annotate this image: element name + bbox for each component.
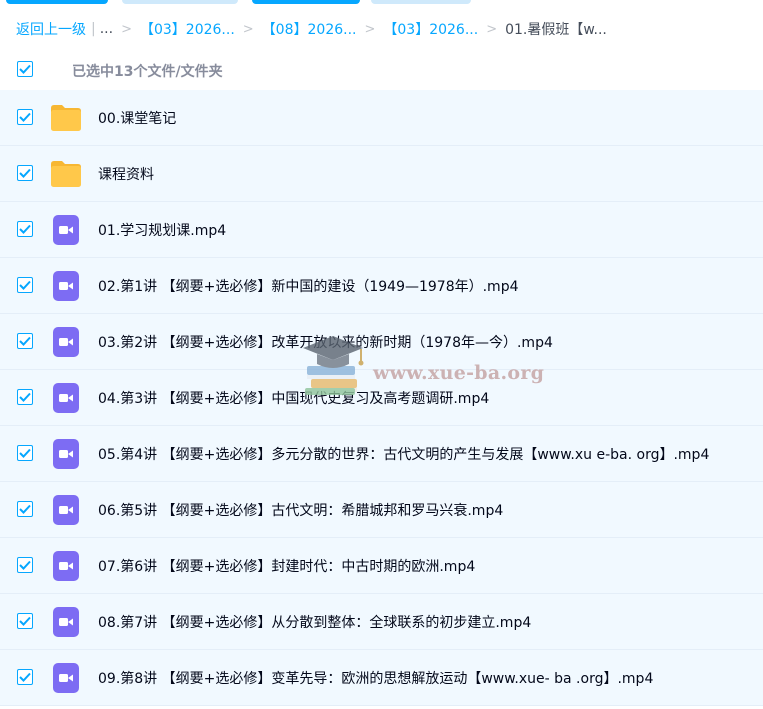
file-name[interactable]: 09.第8讲 【纲要+选必修】变革先导：欧洲的思想解放运动【www.xue- b… bbox=[98, 668, 653, 688]
file-name[interactable]: 05.第4讲 【纲要+选必修】多元分散的世界：古代文明的产生与发展【www.xu… bbox=[98, 444, 709, 464]
file-list: 00.课堂笔记 课程资料 01.学习规划课.mp4 02.第1讲 【纲要+选必修】新中… bbox=[0, 90, 763, 706]
top-tab-4[interactable] bbox=[371, 0, 471, 4]
check-icon bbox=[19, 560, 31, 570]
file-name[interactable]: 06.第5讲 【纲要+选必修】古代文明：希腊城邦和罗马兴衰.mp4 bbox=[98, 500, 503, 520]
file-row[interactable]: 08.第7讲 【纲要+选必修】从分散到整体：全球联系的初步建立.mp4 bbox=[0, 594, 763, 650]
video-file-icon bbox=[53, 607, 79, 637]
breadcrumb-separator: > bbox=[242, 21, 254, 37]
check-icon bbox=[19, 280, 31, 290]
file-row[interactable]: 02.第1讲 【纲要+选必修】新中国的建设（1949—1978年）.mp4 bbox=[0, 258, 763, 314]
video-file-icon bbox=[53, 439, 79, 469]
check-icon bbox=[19, 616, 31, 626]
video-file-icon bbox=[53, 271, 79, 301]
video-file-icon bbox=[53, 327, 79, 357]
breadcrumb-separator: > bbox=[486, 21, 498, 37]
folder-icon bbox=[49, 159, 83, 189]
file-row[interactable]: 06.第5讲 【纲要+选必修】古代文明：希腊城邦和罗马兴衰.mp4 bbox=[0, 482, 763, 538]
top-tab-2[interactable] bbox=[122, 0, 238, 4]
check-icon bbox=[19, 224, 31, 234]
file-row[interactable]: 04.第3讲 【纲要+选必修】中国现代史复习及高考题调研.mp4 bbox=[0, 370, 763, 426]
back-link[interactable]: 返回上一级 bbox=[16, 19, 86, 39]
file-name[interactable]: 课程资料 bbox=[98, 164, 154, 184]
file-checkbox[interactable] bbox=[17, 221, 33, 237]
file-checkbox[interactable] bbox=[17, 669, 33, 685]
check-icon bbox=[19, 336, 31, 346]
folder-icon bbox=[49, 103, 83, 133]
file-row[interactable]: 03.第2讲 【纲要+选必修】改革开放以来的新时期（1978年—今）.mp4 bbox=[0, 314, 763, 370]
video-file-icon bbox=[53, 551, 79, 581]
file-row[interactable]: 05.第4讲 【纲要+选必修】多元分散的世界：古代文明的产生与发展【www.xu… bbox=[0, 426, 763, 482]
file-checkbox[interactable] bbox=[17, 109, 33, 125]
top-tab-1[interactable] bbox=[6, 0, 108, 4]
file-checkbox[interactable] bbox=[17, 613, 33, 629]
file-name[interactable]: 00.课堂笔记 bbox=[98, 108, 176, 128]
select-all-checkbox[interactable] bbox=[17, 61, 33, 77]
file-row[interactable]: 01.学习规划课.mp4 bbox=[0, 202, 763, 258]
video-file-icon bbox=[53, 383, 79, 413]
file-checkbox[interactable] bbox=[17, 389, 33, 405]
file-row[interactable]: 07.第6讲 【纲要+选必修】封建时代：中古时期的欧洲.mp4 bbox=[0, 538, 763, 594]
file-name[interactable]: 08.第7讲 【纲要+选必修】从分散到整体：全球联系的初步建立.mp4 bbox=[98, 612, 531, 632]
file-name[interactable]: 07.第6讲 【纲要+选必修】封建时代：中古时期的欧洲.mp4 bbox=[98, 556, 475, 576]
file-manager: 返回上一级 | ... > 【03】2026... > 【08】2026... … bbox=[0, 0, 763, 709]
check-icon bbox=[19, 64, 31, 74]
check-icon bbox=[19, 168, 31, 178]
breadcrumb-separator: > bbox=[364, 21, 376, 37]
top-tab-3[interactable] bbox=[252, 0, 360, 4]
check-icon bbox=[19, 672, 31, 682]
breadcrumb-ellipsis[interactable]: ... bbox=[100, 21, 113, 37]
breadcrumb-current: 01.暑假班【w... bbox=[505, 22, 607, 38]
check-icon bbox=[19, 448, 31, 458]
file-row[interactable]: 09.第8讲 【纲要+选必修】变革先导：欧洲的思想解放运动【www.xue- b… bbox=[0, 650, 763, 706]
breadcrumb-separator: > bbox=[121, 21, 132, 37]
check-icon bbox=[19, 392, 31, 402]
check-icon bbox=[19, 112, 31, 122]
check-icon bbox=[19, 504, 31, 514]
video-file-icon bbox=[53, 495, 79, 525]
file-name[interactable]: 03.第2讲 【纲要+选必修】改革开放以来的新时期（1978年—今）.mp4 bbox=[98, 332, 553, 352]
file-checkbox[interactable] bbox=[17, 277, 33, 293]
selection-header: 已选中13个文件/文件夹 bbox=[0, 56, 763, 86]
file-checkbox[interactable] bbox=[17, 501, 33, 517]
breadcrumb-item[interactable]: 【03】2026... bbox=[383, 19, 478, 39]
file-checkbox[interactable] bbox=[17, 165, 33, 181]
selection-count: 已选中13个文件/文件夹 bbox=[72, 64, 223, 80]
file-checkbox[interactable] bbox=[17, 557, 33, 573]
video-file-icon bbox=[53, 663, 79, 693]
file-name[interactable]: 02.第1讲 【纲要+选必修】新中国的建设（1949—1978年）.mp4 bbox=[98, 276, 519, 296]
file-row[interactable]: 课程资料 bbox=[0, 146, 763, 202]
video-file-icon bbox=[53, 215, 79, 245]
breadcrumb-item[interactable]: 【03】2026... bbox=[140, 19, 235, 39]
file-checkbox[interactable] bbox=[17, 445, 33, 461]
breadcrumb-item[interactable]: 【08】2026... bbox=[262, 19, 357, 39]
breadcrumb-divider: | bbox=[91, 21, 96, 37]
file-row[interactable]: 00.课堂笔记 bbox=[0, 90, 763, 146]
file-name[interactable]: 01.学习规划课.mp4 bbox=[98, 220, 226, 240]
file-checkbox[interactable] bbox=[17, 333, 33, 349]
breadcrumb: 返回上一级 | ... > 【03】2026... > 【08】2026... … bbox=[16, 18, 607, 40]
top-tab-strip bbox=[0, 0, 763, 5]
file-name[interactable]: 04.第3讲 【纲要+选必修】中国现代史复习及高考题调研.mp4 bbox=[98, 388, 489, 408]
